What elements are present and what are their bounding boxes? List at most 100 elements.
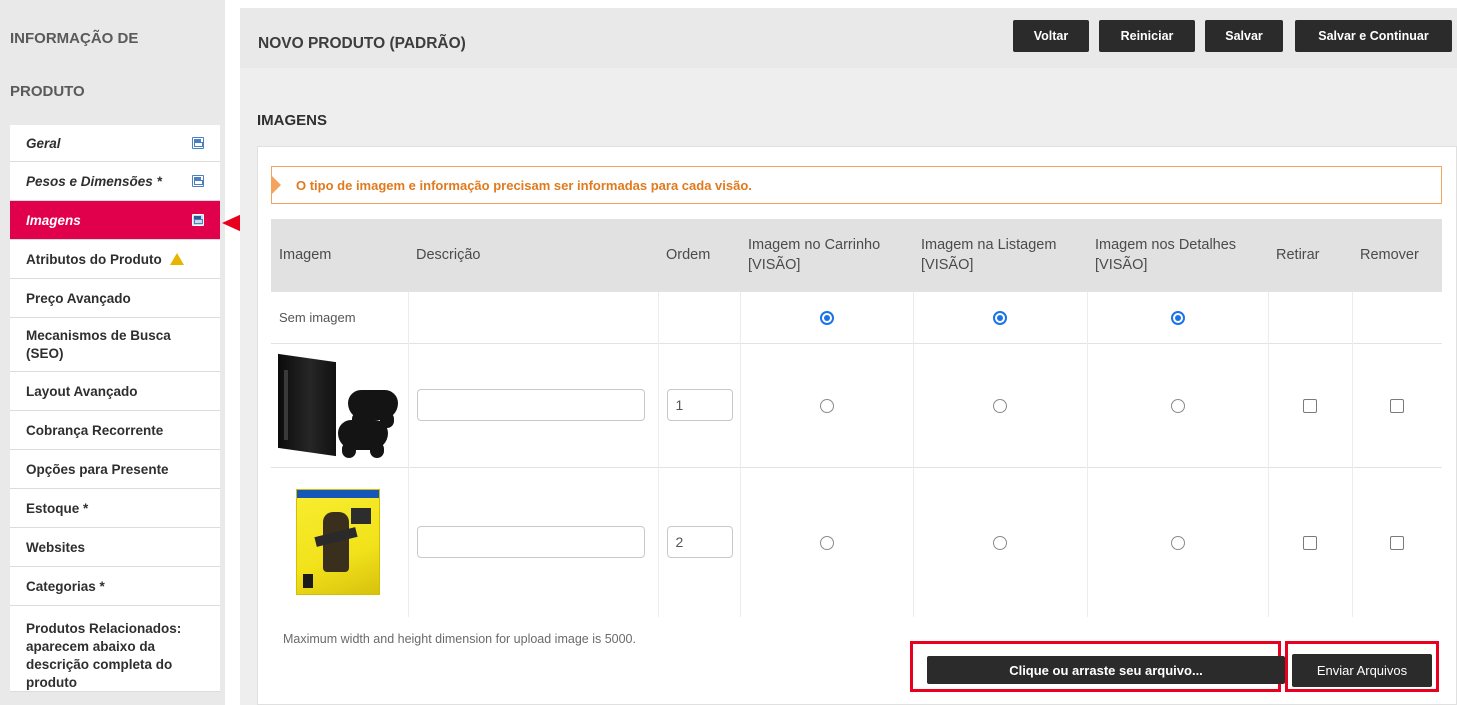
sidebar-item-imagens[interactable]: Imagens [10, 201, 220, 240]
sidebar-item-label: Estoque * [26, 500, 89, 516]
col-header-descricao: Descrição [408, 219, 658, 291]
game-rating-shape [303, 574, 313, 589]
controller-shape [338, 420, 388, 458]
table-cell [657, 466, 740, 617]
description-input-2[interactable] [416, 526, 645, 559]
sidebar-item-opcoes-presente[interactable]: Opções para Presente [10, 450, 220, 489]
sidebar-item-label: Imagens [26, 212, 81, 228]
table-cell [1267, 342, 1352, 467]
checkbox-remover-2[interactable] [1390, 536, 1405, 551]
col-header-listagem: Imagem na Listagem [VISÃO] [913, 219, 1087, 291]
notice-text: O tipo de imagem e informação precisam s… [296, 177, 752, 193]
save-icon [192, 137, 204, 149]
col-header-remover: Remover [1352, 219, 1442, 291]
sidebar-title: INFORMAÇÃO DE PRODUTO [10, 28, 210, 118]
product-image-game [297, 490, 379, 595]
sidebar-item-label: Categorias * [26, 578, 105, 594]
sidebar-item-atributos[interactable]: Atributos do Produto [10, 240, 220, 279]
col-header-detalhes: Imagem nos Detalhes [VISÃO] [1087, 219, 1268, 291]
radio-listagem-none[interactable] [993, 310, 1007, 325]
table-cell [739, 342, 913, 467]
radio-listagem-2[interactable] [993, 536, 1007, 551]
table-cell [739, 466, 913, 617]
game-logo-shape [351, 508, 371, 525]
sidebar-item-geral[interactable]: Geral [10, 125, 220, 162]
send-files-button[interactable]: Enviar Arquivos [1292, 654, 1432, 687]
sidebar-title-line1: INFORMAÇÃO DE [10, 30, 139, 47]
sidebar-item-categorias[interactable]: Categorias * [10, 567, 220, 606]
table-cell [1086, 290, 1268, 343]
table-cell-empty [407, 290, 658, 343]
radio-detalhes-2[interactable] [1170, 536, 1185, 551]
images-table: Imagem Descrição Ordem Imagem no Carrinh… [271, 219, 1442, 617]
table-cell [1267, 466, 1352, 617]
controller-shape [348, 390, 398, 428]
table-cell [1086, 466, 1268, 617]
table-cell [1351, 342, 1442, 467]
sidebar-item-estoque[interactable]: Estoque * [10, 489, 220, 528]
order-input-2[interactable] [666, 526, 733, 559]
sidebar-item-websites[interactable]: Websites [10, 528, 220, 567]
table-cell [912, 290, 1087, 343]
table-cell [657, 342, 740, 467]
table-cell [912, 342, 1087, 467]
col-header-retirar: Retirar [1268, 219, 1352, 291]
radio-carrinho-none[interactable] [819, 310, 834, 325]
order-input-1[interactable] [666, 389, 733, 421]
sidebar-item-produtos-relacionados[interactable]: Produtos Relacionados: aparecem abaixo d… [10, 606, 220, 692]
choose-file-button[interactable]: Clique ou arraste seu arquivo... [927, 656, 1285, 684]
radio-carrinho-1[interactable] [819, 398, 834, 413]
table-cell [1086, 342, 1268, 467]
col-header-imagem: Imagem [271, 219, 408, 291]
checkbox-retirar-1[interactable] [1303, 398, 1317, 413]
sidebar-item-label: Geral [26, 135, 61, 151]
table-cell [271, 466, 408, 617]
table-cell [407, 466, 658, 617]
save-and-continue-button[interactable]: Salvar e Continuar [1295, 20, 1452, 52]
sidebar-item-label: Atributos do Produto [26, 251, 162, 267]
table-cell-empty [657, 290, 740, 343]
console-edge [284, 370, 288, 440]
radio-carrinho-2[interactable] [819, 536, 834, 551]
table-cell-empty [1267, 290, 1352, 343]
save-icon [192, 214, 204, 226]
table-cell [1351, 466, 1442, 617]
col-header-carrinho: Imagem no Carrinho [VISÃO] [740, 219, 913, 291]
section-title: IMAGENS [257, 112, 328, 129]
page-title: NOVO PRODUTO (PADRÃO) [258, 35, 466, 52]
col-header-ordem: Ordem [658, 219, 740, 291]
sidebar-item-layout-avancado[interactable]: Layout Avançado [10, 372, 220, 411]
radio-listagem-1[interactable] [993, 398, 1007, 413]
reset-button[interactable]: Reiniciar [1099, 20, 1195, 52]
sidebar-item-label: Pesos e Dimensões * [26, 173, 162, 189]
radio-detalhes-none[interactable] [1170, 310, 1185, 325]
product-image-ps4 [278, 350, 404, 460]
sidebar-item-label: Cobrança Recorrente [26, 422, 164, 438]
warning-icon [169, 253, 184, 265]
save-icon [192, 175, 204, 187]
sidebar-item-seo[interactable]: Mecanismos de Busca (SEO) [10, 318, 220, 372]
sidebar-title-line2: PRODUTO [10, 83, 85, 100]
checkbox-retirar-2[interactable] [1303, 536, 1317, 551]
table-cell [407, 342, 658, 467]
sidebar-item-label: Mecanismos de Busca (SEO) [26, 327, 171, 361]
table-cell-empty [1351, 290, 1442, 343]
sidebar-item-pesos-dimensoes[interactable]: Pesos e Dimensões * [10, 162, 220, 201]
product-info-sidebar: INFORMAÇÃO DE PRODUTO Geral Pesos e Dime… [0, 0, 225, 705]
table-row [271, 342, 1442, 467]
checkbox-remover-1[interactable] [1390, 398, 1405, 413]
table-cell [271, 342, 408, 467]
save-button[interactable]: Salvar [1205, 20, 1283, 52]
table-cell [912, 466, 1087, 617]
sidebar-nav: Geral Pesos e Dimensões * Imagens Atribu… [10, 125, 220, 692]
sidebar-item-label: Preço Avançado [26, 290, 131, 306]
sidebar-item-cobranca-recorrente[interactable]: Cobrança Recorrente [10, 411, 220, 450]
radio-detalhes-1[interactable] [1170, 398, 1185, 413]
description-input-1[interactable] [416, 389, 645, 421]
sidebar-item-preco-avancado[interactable]: Preço Avançado [10, 279, 220, 318]
sidebar-item-label: Websites [26, 539, 86, 555]
no-image-label: Sem imagem [271, 290, 408, 343]
table-header-row: Imagem Descrição Ordem Imagem no Carrinh… [271, 219, 1442, 291]
back-button[interactable]: Voltar [1013, 20, 1089, 52]
table-row-no-image: Sem imagem [271, 290, 1442, 343]
